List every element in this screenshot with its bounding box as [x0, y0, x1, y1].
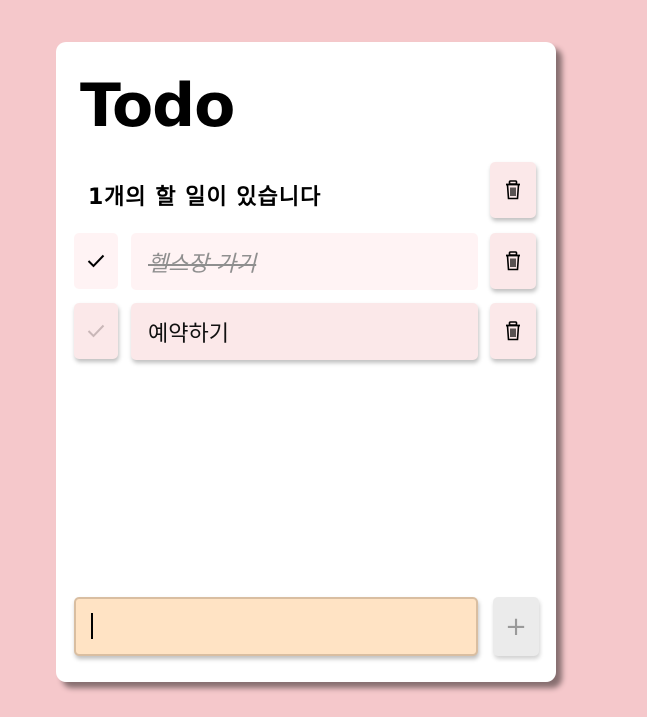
new-todo-input[interactable] — [74, 597, 478, 656]
text-caret — [91, 613, 93, 639]
plus-icon: + — [505, 611, 527, 642]
page-title: Todo — [80, 71, 235, 141]
todo-card: Todo 1개의 할 일이 있습니다 헬스장 가기 예약하기 + — [56, 42, 556, 682]
todo-checkbox[interactable] — [74, 233, 118, 289]
trash-icon — [505, 251, 521, 271]
check-icon — [87, 254, 105, 268]
todo-item-text[interactable]: 예약하기 — [131, 303, 478, 360]
delete-all-button[interactable] — [490, 162, 536, 218]
todo-item-text[interactable]: 헬스장 가기 — [131, 233, 478, 290]
delete-todo-button[interactable] — [490, 233, 536, 289]
todo-count-summary: 1개의 할 일이 있습니다 — [88, 185, 322, 210]
delete-todo-button[interactable] — [490, 303, 536, 359]
check-icon — [87, 324, 105, 338]
trash-icon — [505, 180, 521, 200]
add-todo-button[interactable]: + — [493, 597, 539, 656]
todo-checkbox[interactable] — [74, 303, 118, 359]
trash-icon — [505, 321, 521, 341]
